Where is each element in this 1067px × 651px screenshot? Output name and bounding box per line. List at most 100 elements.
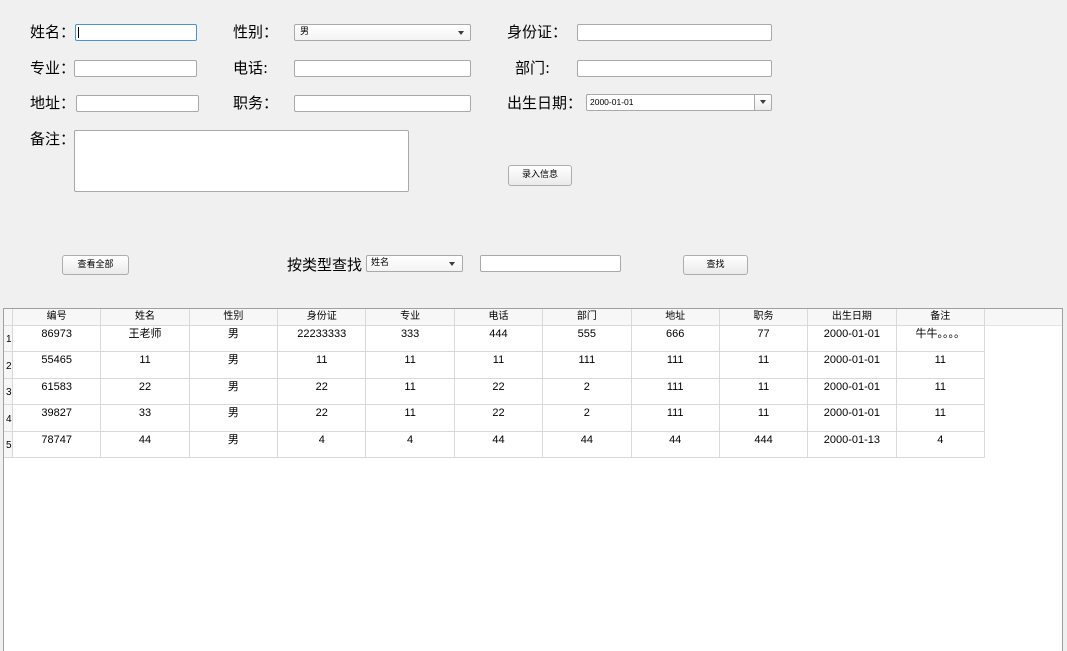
table-cell-id[interactable]: 55465 — [13, 352, 102, 379]
table-cell-phone[interactable]: 22 — [454, 405, 544, 432]
table-cell-remark[interactable]: 牛牛。。。。 — [896, 326, 985, 353]
column-header-id-card[interactable]: 身份证 — [278, 309, 367, 326]
table-cell-address[interactable]: 111 — [631, 352, 720, 379]
table-cell-phone[interactable]: 44 — [454, 431, 544, 458]
gender-select[interactable]: 男 — [294, 24, 471, 41]
table-cell-department[interactable]: 555 — [543, 326, 632, 353]
column-header-phone[interactable]: 电话 — [454, 309, 544, 326]
table-cell-position[interactable]: 11 — [719, 378, 809, 406]
position-input[interactable] — [294, 95, 471, 112]
table-cell-major[interactable]: 11 — [366, 378, 455, 406]
table-cell-remark[interactable]: 11 — [896, 378, 985, 406]
table-cell-id[interactable]: 39827 — [13, 405, 102, 432]
table-cell-department[interactable]: 44 — [543, 431, 632, 458]
table-cell-gender[interactable]: 男 — [189, 431, 279, 458]
table-cell-major[interactable]: 11 — [366, 352, 455, 379]
remark-textarea[interactable] — [74, 130, 409, 192]
table-cell-phone[interactable]: 444 — [454, 326, 544, 353]
table-cell-phone[interactable]: 22 — [454, 378, 544, 406]
search-button[interactable]: 查找 — [683, 255, 748, 275]
row-number[interactable]: 3 — [4, 378, 13, 406]
table-cell-department[interactable]: 2 — [543, 378, 632, 406]
table-cell-birth-date[interactable]: 2000-01-13 — [808, 431, 897, 458]
major-input[interactable] — [74, 60, 197, 77]
phone-label: 电话: — [233, 59, 269, 77]
table-cell-remark[interactable]: 11 — [896, 352, 985, 379]
table-cell-id-card[interactable]: 22233333 — [278, 326, 367, 353]
column-header-department[interactable]: 部门 — [543, 309, 632, 326]
gender-select-value: 男 — [300, 27, 310, 37]
table-cell-department[interactable]: 2 — [543, 405, 632, 432]
table-cell-name[interactable]: 33 — [101, 405, 190, 432]
table-cell-gender[interactable]: 男 — [189, 326, 279, 353]
table-cell-phone[interactable]: 11 — [454, 352, 544, 379]
submit-info-button[interactable]: 录入信息 — [508, 165, 572, 186]
table-cell-major[interactable]: 11 — [366, 405, 455, 432]
table-row[interactable]: 39827 33 男 22 11 22 2 111 11 2000-01-01 11 — [13, 405, 985, 432]
column-header-name[interactable]: 姓名 — [101, 309, 190, 326]
birth-date-edit[interactable]: 2000-01-01 — [586, 94, 772, 111]
id-card-input[interactable] — [577, 24, 772, 41]
table-cell-birth-date[interactable]: 2000-01-01 — [808, 405, 897, 432]
table-row[interactable]: 55465 11 男 11 11 11 111 111 11 2000-01-01 11 — [13, 352, 985, 379]
table-cell-id-card[interactable]: 11 — [278, 352, 367, 379]
column-header-major[interactable]: 专业 — [366, 309, 455, 326]
table-cell-gender[interactable]: 男 — [189, 405, 279, 432]
column-header-id[interactable]: 编号 — [13, 309, 102, 326]
table-cell-id[interactable]: 86973 — [13, 326, 102, 353]
table-cell-id-card[interactable]: 22 — [278, 378, 367, 406]
table-cell-id[interactable]: 61583 — [13, 378, 102, 406]
table-cell-name[interactable]: 王老师 — [101, 326, 190, 353]
table-cell-birth-date[interactable]: 2000-01-01 — [808, 352, 897, 379]
table-cell-department[interactable]: 111 — [543, 352, 632, 379]
table-corner-button[interactable] — [4, 309, 13, 326]
column-header-position[interactable]: 职务 — [719, 309, 809, 326]
table-cell-major[interactable]: 4 — [366, 431, 455, 458]
table-cell-name[interactable]: 22 — [101, 378, 190, 406]
table-cell-major[interactable]: 333 — [366, 326, 455, 353]
table-cell-name[interactable]: 44 — [101, 431, 190, 458]
table-row[interactable]: 86973 王老师男 22233333 333 444 555 666 77 2000-01-0… — [13, 326, 985, 353]
table-cell-address[interactable]: 44 — [631, 431, 720, 458]
table-cell-position[interactable]: 11 — [719, 352, 809, 379]
table-header: 编号 姓名 性别 身份证 专业 电话 部门 地址 职务 出生日期 备注 — [13, 309, 985, 326]
table-cell-position[interactable]: 11 — [719, 405, 809, 432]
date-dropdown-button[interactable] — [754, 95, 771, 110]
department-input[interactable] — [577, 60, 772, 77]
column-header-birth-date[interactable]: 出生日期 — [808, 309, 897, 326]
employee-table[interactable]: 编号 姓名 性别 身份证 专业 电话 部门 地址 职务 出生日期 备注 12345 86973 王老师… — [3, 308, 1063, 651]
show-all-button[interactable]: 查看全部 — [62, 255, 129, 275]
search-type-select[interactable]: 姓名 — [366, 255, 463, 272]
table-cell-id-card[interactable]: 4 — [278, 431, 367, 458]
table-row[interactable]: 61583 22 男 22 11 22 2 111 11 2000-01-01 11 — [13, 378, 985, 406]
table-cell-address[interactable]: 111 — [631, 405, 720, 432]
table-row[interactable]: 78747 44 男 4 4 44 44 44 444 2000-01-13 4 — [13, 431, 985, 458]
table-cell-position[interactable]: 77 — [719, 326, 809, 353]
search-input[interactable] — [480, 255, 621, 272]
table-cell-birth-date[interactable]: 2000-01-01 — [808, 326, 897, 353]
phone-input[interactable] — [294, 60, 471, 77]
row-number[interactable]: 1 — [4, 326, 13, 353]
table-cell-gender[interactable]: 男 — [189, 352, 279, 379]
name-input[interactable] — [75, 24, 197, 41]
table-cell-remark[interactable]: 4 — [896, 431, 985, 458]
table-cell-id-card[interactable]: 22 — [278, 405, 367, 432]
table-cell-remark[interactable]: 11 — [896, 405, 985, 432]
column-header-remark[interactable]: 备注 — [896, 309, 985, 326]
chevron-down-icon — [760, 100, 766, 104]
table-cell-position[interactable]: 444 — [719, 431, 809, 458]
row-number[interactable]: 4 — [4, 405, 13, 432]
table-cell-id[interactable]: 78747 — [13, 431, 102, 458]
column-header-address[interactable]: 地址 — [631, 309, 720, 326]
address-label: 地址： — [30, 94, 76, 112]
text-cursor — [78, 27, 79, 38]
table-cell-address[interactable]: 666 — [631, 326, 720, 353]
address-input[interactable] — [76, 95, 199, 112]
table-cell-address[interactable]: 111 — [631, 378, 720, 406]
row-number[interactable]: 5 — [4, 431, 13, 458]
table-cell-gender[interactable]: 男 — [189, 378, 279, 406]
row-number[interactable]: 2 — [4, 352, 13, 379]
table-cell-birth-date[interactable]: 2000-01-01 — [808, 378, 897, 406]
column-header-gender[interactable]: 性别 — [189, 309, 279, 326]
table-cell-name[interactable]: 11 — [101, 352, 190, 379]
